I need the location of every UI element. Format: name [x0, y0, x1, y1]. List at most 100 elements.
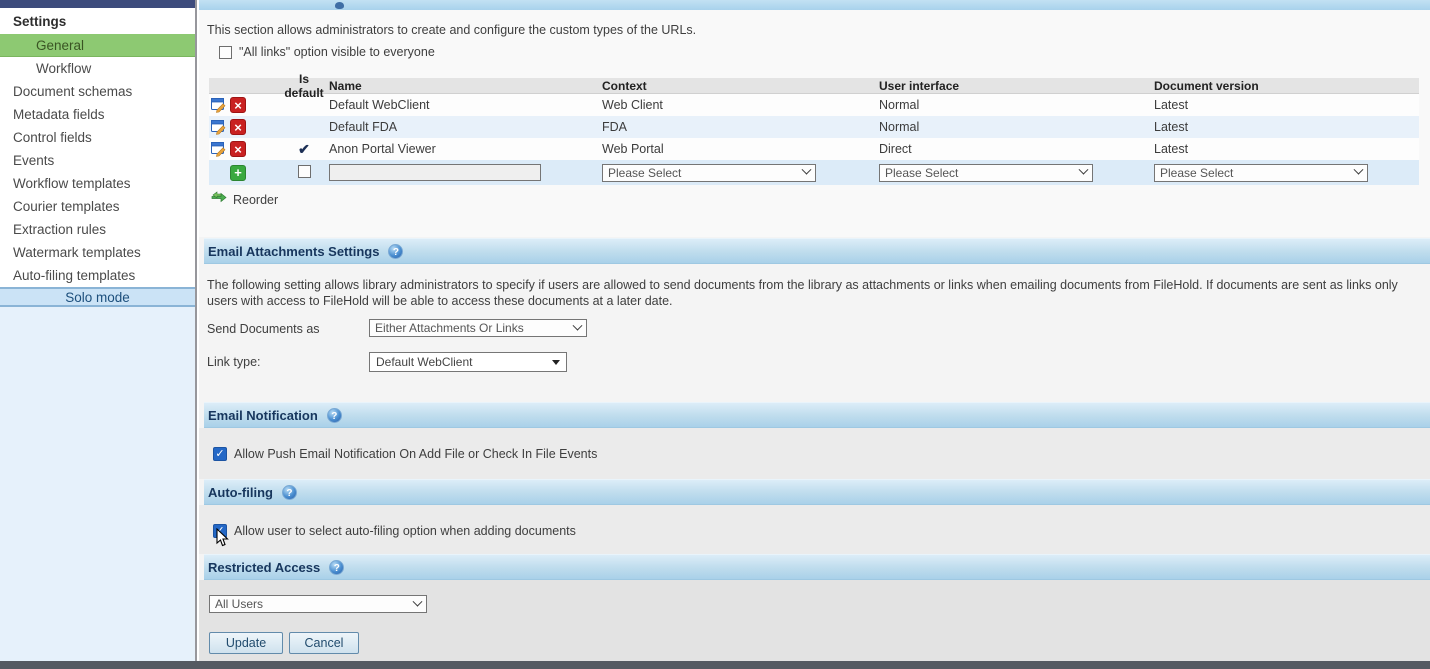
- url-version-cell: Latest: [1152, 98, 1419, 112]
- url-ui-cell: Normal: [877, 98, 1152, 112]
- edit-icon[interactable]: [211, 141, 227, 157]
- cut-off-section-header-bar: [199, 0, 1430, 10]
- link-type-combo[interactable]: Default WebClient: [369, 352, 567, 372]
- select-value: All Users: [215, 597, 263, 611]
- default-check-icon: ✔: [298, 141, 310, 157]
- edit-icon[interactable]: [211, 97, 227, 113]
- chevron-down-icon: [1079, 165, 1089, 175]
- reorder-label: Reorder: [233, 193, 278, 207]
- auto-filing-checkbox[interactable]: ✓: [213, 524, 227, 538]
- sidebar-top-accent-bar: [0, 0, 195, 8]
- sidebar-empty-area: [0, 307, 195, 661]
- sidebar-item-courier-templates[interactable]: Courier templates: [0, 195, 195, 218]
- email-attachments-title: Email Attachments Settings: [208, 244, 379, 259]
- email-attachments-header: Email Attachments Settings ?: [204, 238, 1430, 264]
- new-url-ui-select[interactable]: Please Select: [879, 164, 1093, 182]
- push-email-checkbox[interactable]: ✓: [213, 447, 227, 461]
- sidebar-item-control-fields[interactable]: Control fields: [0, 126, 195, 149]
- sidebar-item-workflow[interactable]: Workflow: [0, 57, 195, 80]
- bottom-taskbar-strip: [0, 661, 1430, 669]
- restricted-access-title: Restricted Access: [208, 560, 320, 575]
- header-document-version: Document version: [1152, 79, 1419, 93]
- chevron-down-icon: [802, 165, 812, 175]
- table-header-row: Is default Name Context User interface D…: [209, 78, 1419, 94]
- header-context: Context: [600, 79, 877, 93]
- chevron-down-icon: [1354, 165, 1364, 175]
- update-button[interactable]: Update: [209, 632, 283, 654]
- general-settings-panel: This section allows administrators to cr…: [199, 0, 1430, 661]
- sidebar-item-workflow-templates[interactable]: Workflow templates: [0, 172, 195, 195]
- delete-icon[interactable]: ×: [230, 119, 246, 135]
- sidebar-item-extraction-rules[interactable]: Extraction rules: [0, 218, 195, 241]
- new-url-version-select[interactable]: Please Select: [1154, 164, 1368, 182]
- url-name-cell: Default WebClient: [327, 98, 600, 112]
- url-ui-cell: Normal: [877, 120, 1152, 134]
- new-url-name-input[interactable]: [329, 164, 541, 181]
- email-notification-header: Email Notification ?: [204, 402, 1430, 428]
- table-row: × ✔ Anon Portal Viewer Web Portal Direct…: [209, 138, 1419, 160]
- header-is-default: Is default: [281, 72, 327, 100]
- solo-mode-button[interactable]: Solo mode: [0, 287, 195, 307]
- restricted-access-header: Restricted Access ?: [204, 554, 1430, 580]
- link-type-label: Link type:: [207, 355, 261, 369]
- help-icon[interactable]: ?: [327, 408, 342, 423]
- add-url-row: + Please Select Please Select: [209, 160, 1419, 185]
- select-value: Please Select: [608, 166, 681, 180]
- combo-value: Default WebClient: [376, 355, 473, 369]
- select-value: Either Attachments Or Links: [375, 321, 524, 335]
- email-attachments-description: The following setting allows library adm…: [207, 278, 1409, 309]
- edit-icon[interactable]: [211, 119, 227, 135]
- custom-url-types-table: Is default Name Context User interface D…: [209, 78, 1419, 185]
- url-version-cell: Latest: [1152, 142, 1419, 156]
- reorder-link[interactable]: Reorder: [211, 191, 278, 208]
- table-row: × Default WebClient Web Client Normal La…: [209, 94, 1419, 116]
- url-context-cell: FDA: [600, 120, 877, 134]
- header-user-interface: User interface: [877, 79, 1152, 93]
- sidebar-item-auto-filing-templates[interactable]: Auto-filing templates: [0, 264, 195, 287]
- add-icon[interactable]: +: [230, 165, 246, 181]
- push-email-checkbox-row: ✓ Allow Push Email Notification On Add F…: [213, 447, 597, 461]
- header-name: Name: [327, 79, 600, 93]
- send-documents-select[interactable]: Either Attachments Or Links: [369, 319, 587, 337]
- help-icon[interactable]: ?: [282, 485, 297, 500]
- auto-filing-header: Auto-filing ?: [204, 479, 1430, 505]
- all-links-label: "All links" option visible to everyone: [239, 45, 435, 59]
- send-documents-label: Send Documents as: [207, 322, 320, 336]
- cut-off-help-icon: [335, 2, 344, 9]
- sidebar-item-general[interactable]: General: [0, 34, 195, 57]
- sidebar-item-watermark-templates[interactable]: Watermark templates: [0, 241, 195, 264]
- auto-filing-title: Auto-filing: [208, 485, 273, 500]
- url-context-cell: Web Portal: [600, 142, 877, 156]
- reorder-icon: [211, 191, 227, 208]
- delete-icon[interactable]: ×: [230, 97, 246, 113]
- delete-icon[interactable]: ×: [230, 141, 246, 157]
- cancel-button[interactable]: Cancel: [289, 632, 359, 654]
- email-notification-title: Email Notification: [208, 408, 318, 423]
- help-icon[interactable]: ?: [388, 244, 403, 259]
- url-ui-cell: Direct: [877, 142, 1152, 156]
- sidebar-heading-settings: Settings: [0, 8, 195, 34]
- help-icon[interactable]: ?: [329, 560, 344, 575]
- url-name-cell: Default FDA: [327, 120, 600, 134]
- all-links-checkbox-row: "All links" option visible to everyone: [219, 45, 435, 59]
- auto-filing-label: Allow user to select auto-filing option …: [234, 524, 576, 538]
- settings-sidebar: Settings General Workflow Document schem…: [0, 0, 197, 661]
- sidebar-item-events[interactable]: Events: [0, 149, 195, 172]
- new-url-default-checkbox[interactable]: [298, 165, 311, 178]
- dropdown-triangle-icon: [552, 360, 560, 365]
- url-name-cell: Anon Portal Viewer: [327, 142, 600, 156]
- restricted-access-select[interactable]: All Users: [209, 595, 427, 613]
- select-value: Please Select: [885, 166, 958, 180]
- sidebar-item-metadata-fields[interactable]: Metadata fields: [0, 103, 195, 126]
- sidebar-item-document-schemas[interactable]: Document schemas: [0, 80, 195, 103]
- url-section-intro: This section allows administrators to cr…: [207, 23, 696, 37]
- new-url-context-select[interactable]: Please Select: [602, 164, 816, 182]
- auto-filing-checkbox-row: ✓ Allow user to select auto-filing optio…: [213, 524, 576, 538]
- push-email-label: Allow Push Email Notification On Add Fil…: [234, 447, 597, 461]
- all-links-checkbox[interactable]: [219, 46, 232, 59]
- url-context-cell: Web Client: [600, 98, 877, 112]
- select-value: Please Select: [1160, 166, 1233, 180]
- table-row: × Default FDA FDA Normal Latest: [209, 116, 1419, 138]
- chevron-down-icon: [413, 596, 423, 606]
- is-default-cell: ✔: [281, 141, 327, 158]
